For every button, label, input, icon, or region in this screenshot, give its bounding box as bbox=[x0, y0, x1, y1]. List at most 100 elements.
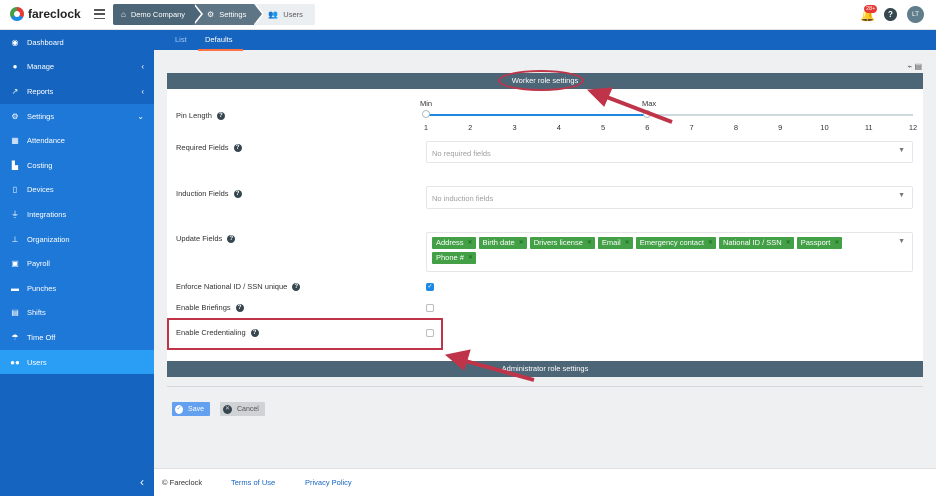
id-card-icon[interactable]: ▤ bbox=[914, 62, 922, 71]
home-icon: ⌂ bbox=[121, 10, 126, 19]
sidebar-collapse-button[interactable]: ‹ bbox=[0, 468, 154, 496]
slider-min-handle[interactable] bbox=[422, 110, 430, 118]
field-label-text: Pin Length bbox=[176, 111, 212, 120]
tab-list[interactable]: List bbox=[175, 35, 187, 44]
remove-tag-icon[interactable]: ✕ bbox=[625, 237, 630, 249]
update-field-tag[interactable]: Address ✕ bbox=[432, 237, 476, 249]
user-icon: ● bbox=[12, 62, 18, 72]
sidebar-item-label: Punches bbox=[27, 283, 57, 293]
sidebar-item-users[interactable]: ●● Users bbox=[0, 349, 154, 375]
update-field-tag[interactable]: Phone # ✕ bbox=[432, 252, 476, 264]
slider-max-handle[interactable] bbox=[643, 110, 652, 118]
tab-defaults[interactable]: Defaults bbox=[205, 35, 233, 44]
induction-fields-select[interactable]: No induction fields ▼ bbox=[426, 186, 913, 209]
update-field-tag[interactable]: National ID / SSN ✕ bbox=[718, 237, 794, 249]
pin-length-slider[interactable]: Min Max 1 2 3 4 5 6 7 8 9 10 11 12 bbox=[420, 99, 917, 139]
sidebar-item-label: Dashboard bbox=[27, 37, 64, 47]
slider-tick-label: 3 bbox=[512, 123, 517, 132]
tag-label: Birth date bbox=[482, 238, 515, 247]
sidebar-item-dashboard[interactable]: ◉ Dashboard bbox=[0, 30, 154, 55]
help-icon[interactable]: ? bbox=[233, 143, 242, 152]
terms-of-use-link[interactable]: Terms of Use bbox=[231, 478, 275, 487]
update-field-tag[interactable]: Drivers license ✕ bbox=[529, 237, 595, 249]
slider-tick-label: 6 bbox=[645, 123, 650, 132]
user-avatar[interactable]: LT bbox=[907, 6, 924, 23]
remove-tag-icon[interactable]: ✕ bbox=[708, 237, 713, 249]
remove-tag-icon[interactable]: ✕ bbox=[468, 252, 473, 264]
tag-label: Address bbox=[436, 238, 464, 247]
chevron-down-icon: ⌄ bbox=[137, 111, 144, 121]
breadcrumb-demo-company[interactable]: ⌂ Demo Company bbox=[113, 4, 204, 25]
chevron-left-icon: ‹ bbox=[140, 475, 144, 489]
sidebar-item-reports[interactable]: ↗ Reports ‹ bbox=[0, 79, 154, 104]
fareclock-logo-icon bbox=[10, 7, 24, 21]
sidebar-item-manage[interactable]: ● Manage ‹ bbox=[0, 55, 154, 80]
sidebar-item-label: Shifts bbox=[27, 308, 46, 318]
required-fields-select[interactable]: No required fields ▼ bbox=[426, 141, 913, 163]
org-chart-icon: ⊥ bbox=[11, 234, 19, 244]
notifications-bell-icon[interactable]: 🔔 28+ bbox=[860, 4, 878, 23]
remove-tag-icon[interactable]: ✕ bbox=[468, 237, 473, 249]
update-field-tag[interactable]: Emergency contact ✕ bbox=[635, 237, 716, 249]
sidebar-item-settings[interactable]: ⚙ Settings ⌄ bbox=[0, 103, 154, 129]
help-icon[interactable]: ? bbox=[235, 303, 244, 312]
enable-briefings-checkbox[interactable] bbox=[426, 304, 434, 312]
help-icon[interactable]: ? bbox=[227, 234, 236, 243]
sidebar-item-label: Organization bbox=[27, 234, 70, 244]
sidebar-item-label: Integrations bbox=[27, 209, 67, 219]
privacy-policy-link[interactable]: Privacy Policy bbox=[305, 478, 352, 487]
help-icon[interactable]: ? bbox=[884, 8, 897, 21]
sidebar-item-label: Costing bbox=[27, 160, 53, 170]
breadcrumb: ⌂ Demo Company ⚙ Settings 👥 Users bbox=[113, 4, 315, 25]
save-button-label: Save bbox=[188, 405, 204, 413]
sidebar-item-devices[interactable]: ▯ Devices bbox=[0, 177, 154, 203]
sidebar-item-integrations[interactable]: ⏚ Integrations bbox=[0, 202, 154, 227]
enforce-unique-checkbox[interactable]: ✓ bbox=[426, 283, 434, 291]
help-icon[interactable]: ? bbox=[292, 282, 301, 291]
brand-name: fareclock bbox=[28, 7, 81, 21]
annotation-ellipse bbox=[498, 70, 584, 91]
administrator-role-settings-header[interactable]: Administrator role settings bbox=[167, 361, 923, 377]
fareclock-logo[interactable]: fareclock bbox=[10, 7, 81, 21]
update-fields-label: Update Fields ? bbox=[176, 234, 236, 243]
slider-tick-label: 9 bbox=[778, 123, 783, 132]
slider-tick-label: 12 bbox=[908, 123, 918, 132]
enable-briefings-label: Enable Briefings ? bbox=[176, 303, 244, 312]
close-icon: ✕ bbox=[223, 404, 232, 414]
sidebar-item-label: Time Off bbox=[27, 332, 56, 342]
slider-max-label: Max bbox=[642, 99, 657, 108]
remove-tag-icon[interactable]: ✕ bbox=[834, 237, 839, 249]
help-icon[interactable]: ? bbox=[216, 111, 225, 120]
sidebar-item-label: Reports bbox=[27, 86, 54, 96]
tag-label: Phone # bbox=[436, 253, 464, 262]
broadcast-icon[interactable]: ⌁ bbox=[907, 62, 912, 71]
update-field-tag[interactable]: Birth date ✕ bbox=[478, 237, 527, 249]
help-icon[interactable]: ? bbox=[233, 189, 242, 198]
attendance-icon: ▦ bbox=[11, 136, 19, 146]
update-field-tag[interactable]: Passport ✕ bbox=[796, 237, 843, 249]
sidebar-item-attendance[interactable]: ▦ Attendance bbox=[0, 128, 154, 153]
slider-tick-label: 5 bbox=[600, 123, 606, 132]
caret-down-icon: ▼ bbox=[898, 192, 905, 199]
sidebar-item-organization[interactable]: ⊥ Organization bbox=[0, 226, 154, 252]
remove-tag-icon[interactable]: ✕ bbox=[587, 237, 592, 249]
remove-tag-icon[interactable]: ✕ bbox=[786, 237, 791, 249]
breadcrumb-label: Users bbox=[283, 10, 303, 19]
slider-tick-label: 2 bbox=[468, 123, 473, 132]
cancel-button[interactable]: ✕ Cancel bbox=[220, 402, 265, 416]
sidebar-item-shifts[interactable]: ▤ Shifts bbox=[0, 300, 154, 326]
sidebar-item-label: Users bbox=[27, 357, 47, 367]
cancel-button-label: Cancel bbox=[237, 405, 259, 413]
sidebar-item-payroll[interactable]: ▣ Payroll bbox=[0, 251, 154, 276]
required-fields-label: Required Fields ? bbox=[176, 143, 242, 152]
remove-tag-icon[interactable]: ✕ bbox=[519, 237, 524, 249]
sidebar-item-time-off[interactable]: ☂ Time Off bbox=[0, 325, 154, 350]
field-label-text: Enable Briefings bbox=[176, 303, 231, 312]
sidebar-item-costing[interactable]: ▙ Costing bbox=[0, 152, 154, 178]
update-field-tag[interactable]: Email ✕ bbox=[597, 237, 633, 249]
field-label-text: Induction Fields bbox=[176, 189, 229, 198]
sidebar-item-punches[interactable]: ▬ Punches bbox=[0, 275, 154, 301]
hamburger-menu-icon[interactable] bbox=[94, 9, 105, 19]
update-fields-select[interactable]: Address ✕ Birth date ✕ Drivers license ✕ Email… bbox=[426, 232, 913, 272]
save-button[interactable]: ✓ Save bbox=[172, 402, 210, 416]
